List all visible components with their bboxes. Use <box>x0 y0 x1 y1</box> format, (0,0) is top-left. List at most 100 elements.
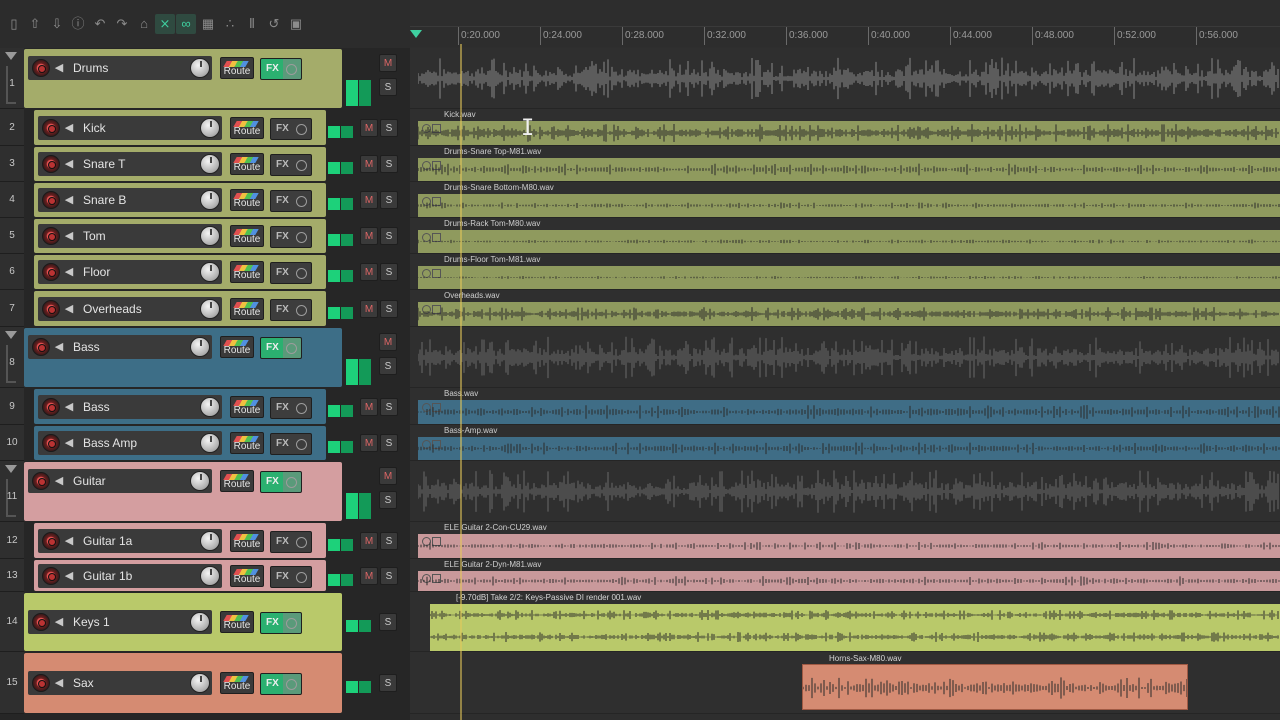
volume-knob[interactable] <box>200 433 220 453</box>
track-number-column[interactable]: 2 <box>0 109 24 146</box>
media-item-sax[interactable]: Horns-Sax-M80.wav <box>802 654 1188 710</box>
solo-button[interactable]: S <box>380 263 398 281</box>
route-button[interactable]: Route <box>230 395 264 418</box>
media-item[interactable]: Bass-Amp.wav <box>418 426 1280 460</box>
speaker-icon[interactable]: ◀ <box>62 400 76 414</box>
track-name[interactable]: Snare T <box>83 157 125 171</box>
media-item[interactable]: Overheads.wav <box>418 291 1280 326</box>
track-number-column[interactable]: 14 <box>0 592 24 652</box>
fx-bypass-icon[interactable] <box>286 679 297 690</box>
route-button[interactable]: Route <box>230 153 264 175</box>
arrange-view[interactable]: 0:20.000 0:24.000 0:28.000 0:32.000 0:36.000… <box>410 0 1280 720</box>
fx-button[interactable]: FX <box>270 117 312 140</box>
solo-button[interactable]: S <box>380 191 398 209</box>
speaker-icon[interactable]: ◀ <box>62 121 76 135</box>
track-name[interactable]: Bass Amp <box>83 436 137 450</box>
route-button[interactable]: Route <box>230 225 264 247</box>
volume-knob[interactable] <box>200 530 220 551</box>
record-arm-button[interactable] <box>42 299 60 318</box>
volume-knob[interactable] <box>200 226 220 246</box>
solo-button[interactable]: S <box>380 397 398 416</box>
track-number-column[interactable]: 9 <box>0 388 24 425</box>
track-13[interactable]: 13 ◀ Guitar 1b Route FX M S <box>0 559 410 592</box>
mute-button[interactable]: M <box>360 397 378 416</box>
track-15[interactable]: 15◀SaxRouteFXMS <box>0 652 410 714</box>
track-number-column[interactable]: 8 <box>0 327 24 388</box>
track-number-column[interactable]: 11 <box>0 461 24 522</box>
fx-button[interactable]: FX <box>270 530 312 553</box>
track-4[interactable]: 4 ◀ Snare B Route FX M S <box>0 182 410 218</box>
media-item-keys[interactable]: [-9.70dB] Take 2/2: Keys-Passive DI rend… <box>430 593 1280 651</box>
mute-button[interactable]: M <box>360 118 378 137</box>
fx-bypass-icon[interactable] <box>286 343 297 354</box>
track-8[interactable]: 8 ◀ Bass Route FX M S <box>0 327 410 388</box>
volume-knob[interactable] <box>200 298 220 319</box>
fx-button[interactable]: FX <box>270 190 312 212</box>
media-item[interactable]: Drums-Floor Tom-M81.wav <box>418 255 1280 289</box>
loop-icon[interactable]: ↺ <box>264 14 284 34</box>
link-icon[interactable]: ∞ <box>176 14 196 34</box>
volume-knob[interactable] <box>200 117 220 138</box>
fx-button[interactable]: FX <box>270 262 312 284</box>
track-2[interactable]: 2 ◀ Kick Route FX M S <box>0 109 410 146</box>
track-name[interactable]: Bass <box>73 340 100 354</box>
new-project-icon[interactable]: ▯ <box>4 14 24 34</box>
mute-button[interactable]: M <box>360 566 378 585</box>
mute-button[interactable]: M <box>360 299 378 318</box>
mute-button[interactable]: M <box>379 333 397 351</box>
volume-knob[interactable] <box>200 396 220 417</box>
folder-collapse-icon[interactable] <box>5 52 17 60</box>
mute-button[interactable]: M <box>379 467 397 485</box>
route-button[interactable]: Route <box>230 261 264 283</box>
track-name[interactable]: Drums <box>73 61 108 75</box>
record-arm-button[interactable] <box>42 227 60 245</box>
record-arm-button[interactable] <box>42 191 60 209</box>
fx-button[interactable]: FX <box>260 337 302 359</box>
track-name[interactable]: Guitar 1b <box>83 569 132 583</box>
track-number-column[interactable]: 6 <box>0 254 24 290</box>
fx-button[interactable]: FX <box>260 58 302 80</box>
speaker-icon[interactable]: ◀ <box>52 340 66 354</box>
speaker-icon[interactable]: ◀ <box>52 61 66 75</box>
marker-icon[interactable]: ⫴ <box>242 14 262 34</box>
track-name[interactable]: Guitar <box>73 474 106 488</box>
speaker-icon[interactable]: ◀ <box>52 615 66 629</box>
mute-button[interactable]: M <box>360 155 378 173</box>
speaker-icon[interactable]: ◀ <box>62 302 76 316</box>
volume-knob[interactable] <box>200 190 220 210</box>
volume-knob[interactable] <box>200 565 220 586</box>
volume-knob[interactable] <box>200 154 220 174</box>
solo-button[interactable]: S <box>379 674 397 692</box>
volume-knob[interactable] <box>190 58 210 78</box>
volume-knob[interactable] <box>190 471 210 491</box>
route-button[interactable]: Route <box>230 297 264 320</box>
record-arm-button[interactable] <box>32 674 50 692</box>
track-number-column[interactable]: 10 <box>0 425 24 461</box>
record-arm-button[interactable] <box>32 59 50 77</box>
solo-button[interactable]: S <box>380 531 398 550</box>
route-button[interactable]: Route <box>220 470 254 492</box>
fx-button[interactable]: FX <box>260 471 302 493</box>
volume-knob[interactable] <box>190 337 210 357</box>
record-arm-button[interactable] <box>32 338 50 356</box>
fx-button[interactable]: FX <box>270 154 312 176</box>
open-project-icon[interactable]: ⇧ <box>25 14 45 34</box>
fx-bypass-icon[interactable] <box>286 477 297 488</box>
track-number-column[interactable]: 15 <box>0 652 24 714</box>
fx-button[interactable]: FX <box>260 612 302 634</box>
track-name[interactable]: Guitar 1a <box>83 534 132 548</box>
route-button[interactable]: Route <box>220 336 254 358</box>
track-14[interactable]: 14◀Keys 1RouteFXMS <box>0 592 410 652</box>
folder-collapse-icon[interactable] <box>5 331 17 339</box>
speaker-icon[interactable]: ◀ <box>62 436 76 450</box>
solo-button[interactable]: S <box>380 299 398 318</box>
track-name[interactable]: Tom <box>83 229 106 243</box>
track-1[interactable]: 1 ◀ Drums Route FX M S <box>0 48 410 109</box>
fx-bypass-icon[interactable] <box>296 196 307 207</box>
media-item[interactable]: Bass.wav <box>418 389 1280 424</box>
media-item[interactable]: ELE Guitar 2-Dyn-M81.wav <box>418 560 1280 591</box>
volume-knob[interactable] <box>190 673 210 693</box>
record-arm-button[interactable] <box>42 566 60 585</box>
speaker-icon[interactable]: ◀ <box>52 474 66 488</box>
fx-button[interactable]: FX <box>270 565 312 588</box>
